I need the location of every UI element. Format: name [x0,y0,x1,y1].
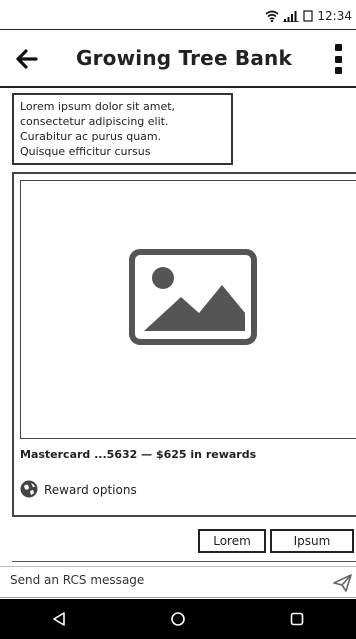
rich-card[interactable] [12,172,356,517]
signal-icon [283,10,300,22]
image-placeholder-icon [129,249,257,345]
card-title: Mastercard ...5632 — $625 in rewards [20,448,257,461]
message-bubble: Lorem ipsum dolor sit amet, consectetur … [12,93,233,165]
message-input[interactable]: Send an RCS message [10,573,144,587]
send-icon[interactable] [332,573,352,597]
app-title: Growing Tree Bank [76,46,292,70]
suggested-reply-ipsum[interactable]: Ipsum [270,529,354,553]
reward-options-action[interactable]: Reward options [20,479,137,501]
recents-square-icon[interactable] [277,599,317,639]
suggested-reply-lorem[interactable]: Lorem [198,529,266,553]
reward-options-label: Reward options [44,483,137,497]
system-nav-bar [0,599,356,639]
status-bar: 12:34 [0,0,356,30]
divider [12,561,356,562]
back-triangle-icon[interactable] [39,599,79,639]
wifi-icon [265,10,279,22]
app-bar: Growing Tree Bank [0,30,356,88]
home-circle-icon[interactable] [158,599,198,639]
battery-icon [303,10,314,22]
back-arrow-icon[interactable] [14,46,40,72]
status-time: 12:34 [317,9,352,23]
more-vertical-icon[interactable] [332,44,344,74]
card-media [20,180,356,439]
globe-icon [20,480,38,501]
compose-bar[interactable]: Send an RCS message [0,566,356,598]
status-icons: 12:34 [265,8,352,24]
